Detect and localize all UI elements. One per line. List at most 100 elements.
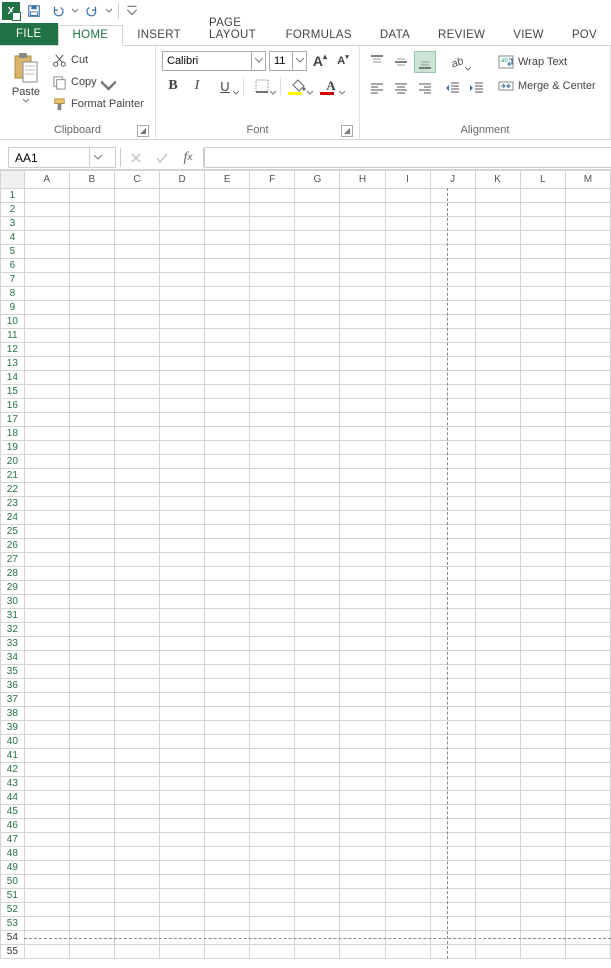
cell[interactable]: [160, 427, 205, 441]
cell[interactable]: [340, 665, 385, 679]
cell[interactable]: [205, 665, 250, 679]
cell[interactable]: [69, 945, 114, 959]
cell[interactable]: [520, 189, 565, 203]
redo-button[interactable]: [82, 1, 102, 21]
column-header[interactable]: I: [385, 171, 430, 189]
cell[interactable]: [340, 385, 385, 399]
cell[interactable]: [250, 889, 295, 903]
cell[interactable]: [385, 679, 430, 693]
cell[interactable]: [114, 315, 159, 329]
cell[interactable]: [160, 903, 205, 917]
column-header[interactable]: A: [24, 171, 69, 189]
cell[interactable]: [340, 399, 385, 413]
cell[interactable]: [69, 903, 114, 917]
cell[interactable]: [160, 231, 205, 245]
row-header[interactable]: 13: [1, 357, 25, 371]
cell[interactable]: [565, 595, 610, 609]
cell[interactable]: [160, 357, 205, 371]
cell[interactable]: [385, 203, 430, 217]
cell[interactable]: [520, 497, 565, 511]
cell[interactable]: [24, 497, 69, 511]
row-header[interactable]: 12: [1, 343, 25, 357]
cell[interactable]: [385, 651, 430, 665]
cell[interactable]: [69, 189, 114, 203]
cell[interactable]: [250, 469, 295, 483]
cell[interactable]: [385, 763, 430, 777]
cell[interactable]: [295, 651, 340, 665]
cell[interactable]: [69, 861, 114, 875]
cell[interactable]: [114, 847, 159, 861]
cell[interactable]: [24, 455, 69, 469]
cell[interactable]: [114, 609, 159, 623]
cell[interactable]: [160, 315, 205, 329]
cell[interactable]: [114, 245, 159, 259]
cell[interactable]: [565, 917, 610, 931]
row-header[interactable]: 44: [1, 791, 25, 805]
cell[interactable]: [114, 623, 159, 637]
cell[interactable]: [520, 637, 565, 651]
cell[interactable]: [69, 623, 114, 637]
cell[interactable]: [340, 455, 385, 469]
cell[interactable]: [69, 889, 114, 903]
cell[interactable]: [24, 693, 69, 707]
cell[interactable]: [340, 609, 385, 623]
cell[interactable]: [295, 413, 340, 427]
cell[interactable]: [24, 777, 69, 791]
cell[interactable]: [430, 847, 475, 861]
cell[interactable]: [430, 539, 475, 553]
borders-button[interactable]: [247, 75, 277, 97]
cell[interactable]: [24, 511, 69, 525]
cell[interactable]: [205, 805, 250, 819]
cell[interactable]: [520, 805, 565, 819]
row-header[interactable]: 7: [1, 273, 25, 287]
cell[interactable]: [565, 763, 610, 777]
cell[interactable]: [520, 259, 565, 273]
row-header[interactable]: 54: [1, 931, 25, 945]
cell[interactable]: [295, 511, 340, 525]
cell[interactable]: [250, 693, 295, 707]
cell[interactable]: [69, 497, 114, 511]
cell[interactable]: [565, 357, 610, 371]
cell[interactable]: [520, 749, 565, 763]
cell[interactable]: [160, 735, 205, 749]
cell[interactable]: [520, 441, 565, 455]
clipboard-launcher[interactable]: ◢: [137, 125, 149, 137]
cell[interactable]: [565, 637, 610, 651]
cell[interactable]: [160, 399, 205, 413]
cell[interactable]: [24, 945, 69, 959]
cell[interactable]: [520, 623, 565, 637]
cell[interactable]: [250, 259, 295, 273]
cell[interactable]: [114, 763, 159, 777]
cell[interactable]: [430, 483, 475, 497]
cell[interactable]: [205, 581, 250, 595]
row-header[interactable]: 45: [1, 805, 25, 819]
cell[interactable]: [385, 707, 430, 721]
cell[interactable]: [565, 623, 610, 637]
cell[interactable]: [205, 245, 250, 259]
decrease-indent-button[interactable]: [442, 77, 464, 99]
cell[interactable]: [475, 511, 520, 525]
cell[interactable]: [250, 539, 295, 553]
cell[interactable]: [430, 511, 475, 525]
cell[interactable]: [160, 889, 205, 903]
cell[interactable]: [520, 483, 565, 497]
cell[interactable]: [24, 259, 69, 273]
cell[interactable]: [385, 189, 430, 203]
cell[interactable]: [205, 441, 250, 455]
cell[interactable]: [340, 273, 385, 287]
cell[interactable]: [475, 469, 520, 483]
cell[interactable]: [520, 539, 565, 553]
cell[interactable]: [24, 623, 69, 637]
cell[interactable]: [160, 847, 205, 861]
cell[interactable]: [430, 609, 475, 623]
cell[interactable]: [340, 861, 385, 875]
cell[interactable]: [24, 301, 69, 315]
cell[interactable]: [160, 413, 205, 427]
cell[interactable]: [114, 497, 159, 511]
cell[interactable]: [295, 665, 340, 679]
cell[interactable]: [250, 777, 295, 791]
wrap-text-button[interactable]: ab Wrap Text: [494, 51, 600, 73]
spreadsheet-grid[interactable]: ABCDEFGHIJKLM123456789101112131415161718…: [0, 170, 611, 959]
cell[interactable]: [430, 315, 475, 329]
cell[interactable]: [520, 329, 565, 343]
